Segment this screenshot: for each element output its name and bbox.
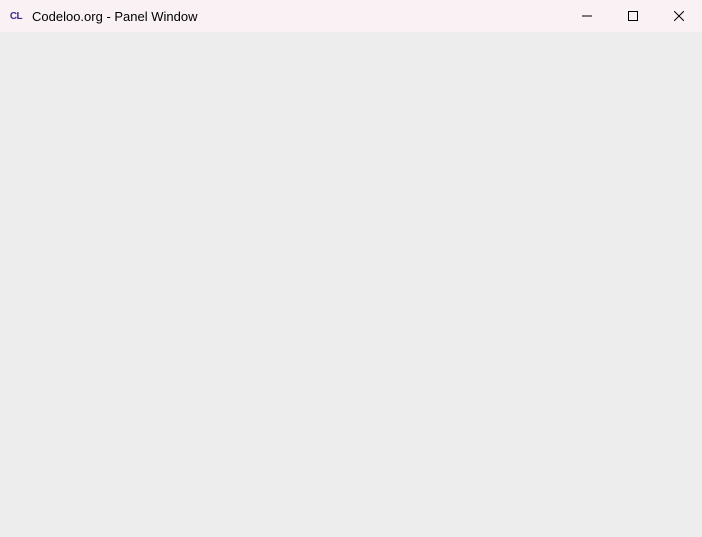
app-icon-label: CL	[10, 11, 22, 22]
content-area	[0, 32, 702, 537]
app-icon: CL	[8, 8, 24, 24]
close-button[interactable]	[656, 0, 702, 32]
maximize-icon	[628, 11, 638, 21]
window-title: Codeloo.org - Panel Window	[32, 9, 564, 24]
titlebar[interactable]: CL Codeloo.org - Panel Window	[0, 0, 702, 32]
minimize-button[interactable]	[564, 0, 610, 32]
window-controls	[564, 0, 702, 32]
minimize-icon	[582, 11, 592, 21]
maximize-button[interactable]	[610, 0, 656, 32]
close-icon	[674, 11, 684, 21]
